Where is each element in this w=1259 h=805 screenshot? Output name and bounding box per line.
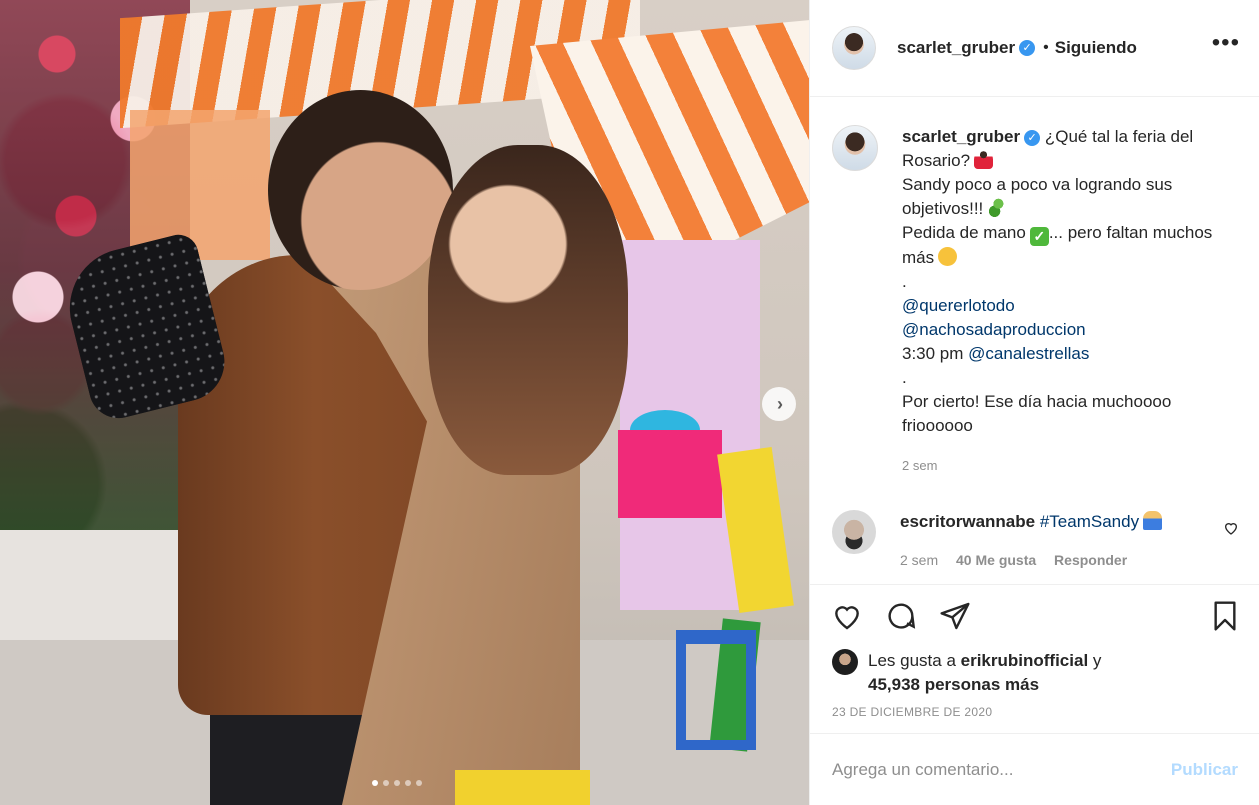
likes-count[interactable]: 45,938 personas más (868, 675, 1039, 694)
instagram-post: › scarlet_gruber ✓ • Siguiendo ••• scarl… (0, 0, 1259, 805)
woman-hair (428, 145, 628, 475)
heart-icon[interactable] (830, 600, 864, 634)
snake-emoji-icon (987, 198, 1007, 217)
caption-closing: Por cierto! Ese día hacia muchoooo frioo… (902, 392, 1172, 435)
caption-line-2: Sandy poco a poco va logrando sus objeti… (902, 175, 1173, 218)
comment-like-heart-icon[interactable] (1222, 520, 1240, 538)
commenter-avatar[interactable] (832, 510, 876, 554)
chevron-right-icon: › (777, 394, 783, 414)
author-username[interactable]: scarlet_gruber (897, 38, 1015, 58)
following-button[interactable]: Siguiendo (1055, 38, 1137, 58)
man-head (268, 90, 453, 290)
mention-link[interactable]: @canalestrellas (968, 344, 1089, 363)
carousel-dot (383, 780, 389, 786)
comment-meta: 2 sem 40 Me gusta Responder (900, 548, 1162, 572)
verified-icon: ✓ (1024, 130, 1041, 146)
carousel-dot (372, 780, 378, 786)
caption-dot: . (902, 272, 907, 291)
comment-likes[interactable]: 40 Me gusta (956, 552, 1036, 568)
reply-button[interactable]: Responder (1054, 552, 1127, 568)
mention-link[interactable]: @quererlotodo (902, 296, 1015, 315)
carousel-indicator (372, 780, 422, 786)
more-icon[interactable]: ••• (1212, 31, 1240, 55)
post-actions: Les gusta a erikrubinofficial y 45,938 p… (810, 584, 1259, 734)
comment-body: escritorwannabe #TeamSandy 2 sem 40 Me g… (900, 510, 1163, 572)
commenter-username[interactable]: escritorwannabe (900, 512, 1035, 531)
pink-gift-box (618, 430, 722, 518)
check-emoji-icon: ✓ (1029, 227, 1049, 246)
caption-line-3: Pedida de mano (902, 223, 1026, 242)
caption-dot: . (902, 368, 907, 387)
post-caption: scarlet_gruber ✓ ¿Qué tal la feria del Ro… (832, 125, 1242, 478)
separator: • (1043, 39, 1049, 56)
caption-avatar[interactable] (832, 125, 878, 171)
likes-text: Les gusta a erikrubinofficial y 45,938 p… (868, 649, 1101, 697)
likes-summary: Les gusta a erikrubinofficial y 45,938 p… (832, 649, 1101, 697)
hashtag-link[interactable]: #TeamSandy (1040, 512, 1139, 531)
liker-avatar[interactable] (832, 649, 858, 675)
blue-stool (676, 630, 756, 750)
post-date[interactable]: 23 DE DICIEMBRE DE 2020 (832, 705, 992, 719)
publish-button[interactable]: Publicar (1171, 760, 1238, 780)
carousel-dot (405, 780, 411, 786)
caption-timestamp[interactable]: 2 sem (902, 454, 1232, 478)
caption-time: 3:30 pm (902, 344, 964, 363)
share-icon[interactable] (938, 600, 972, 634)
caption-username[interactable]: scarlet_gruber (902, 127, 1020, 146)
carousel-dot (416, 780, 422, 786)
comment-icon[interactable] (884, 600, 918, 634)
likes-and: y (1092, 651, 1102, 670)
comment-item: escritorwannabe #TeamSandy 2 sem 40 Me g… (832, 510, 1242, 572)
post-sidebar: scarlet_gruber ✓ • Siguiendo ••• scarlet… (809, 0, 1259, 805)
author-avatar[interactable] (832, 26, 876, 70)
bookmark-icon[interactable] (1208, 600, 1242, 634)
raising-hand-emoji-icon (1143, 511, 1163, 530)
caption-text: scarlet_gruber ✓ ¿Qué tal la feria del Ro… (902, 125, 1232, 478)
wink-emoji-icon (938, 247, 958, 266)
yellow-skirt (455, 770, 590, 805)
post-photo[interactable]: › (0, 0, 809, 805)
post-header: scarlet_gruber ✓ • Siguiendo ••• (810, 0, 1259, 97)
liker-username[interactable]: erikrubinofficial (961, 651, 1089, 670)
planter (0, 530, 190, 640)
mention-link[interactable]: @nachosadaproduccion (902, 320, 1086, 339)
carousel-next-button[interactable]: › (762, 387, 796, 421)
comment-timestamp[interactable]: 2 sem (900, 552, 938, 568)
dancer-emoji-icon (974, 150, 994, 169)
add-comment-bar: Publicar (810, 735, 1259, 805)
verified-icon: ✓ (1019, 40, 1036, 56)
orange-pennant (130, 110, 270, 260)
carousel-dot (394, 780, 400, 786)
comment-input[interactable] (832, 760, 1152, 780)
likes-prefix: Les gusta a (868, 651, 956, 670)
